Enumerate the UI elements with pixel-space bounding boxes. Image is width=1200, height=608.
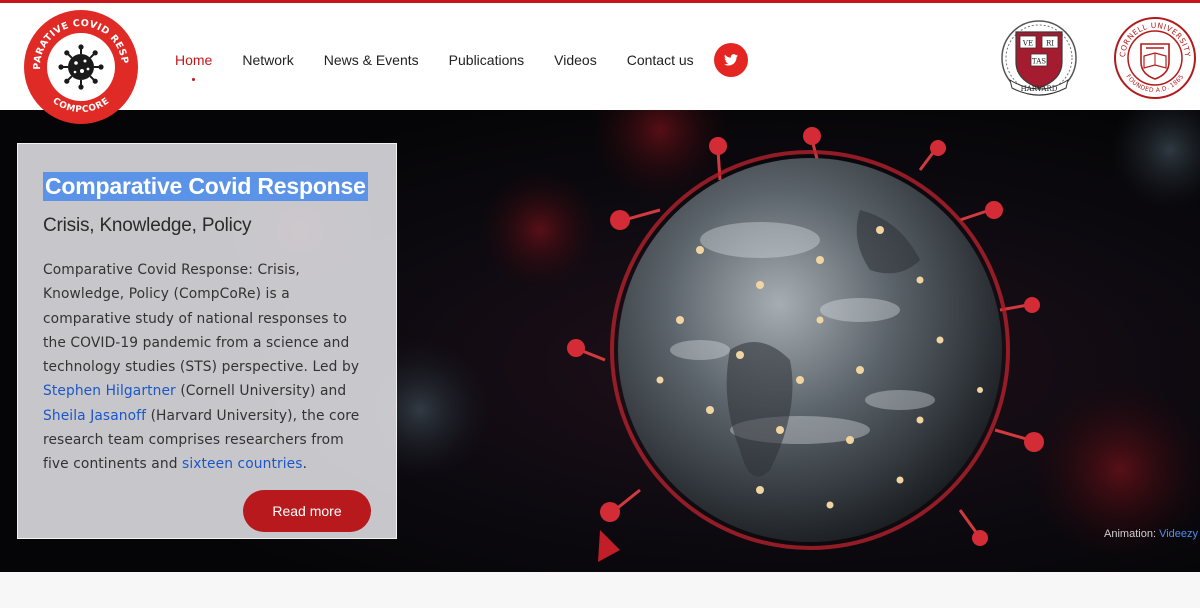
hero-description: Comparative Covid Response: Crisis, Know…: [43, 258, 371, 477]
hero-title: Comparative Covid Response: [43, 172, 368, 201]
hero-subtitle: Crisis, Knowledge, Policy: [43, 215, 252, 236]
stephen-hilgartner-link[interactable]: Stephen Hilgartner: [43, 383, 176, 399]
nav-news-events[interactable]: News & Events: [324, 52, 419, 68]
site-header: Home Network News & Events Publications …: [0, 3, 1200, 110]
harvard-seal[interactable]: VE RI TAS HARVARD: [1000, 18, 1078, 98]
harvard-banner: HARVARD: [1021, 85, 1058, 93]
animation-credit: Animation: Videezy: [1104, 528, 1198, 540]
virus-icon: [58, 44, 104, 90]
hero-body-text-2: (Cornell University) and: [175, 383, 347, 400]
harvard-motto-2: RI: [1046, 40, 1054, 48]
videezy-link[interactable]: Videezy: [1159, 528, 1198, 540]
main-nav: Home Network News & Events Publications …: [160, 43, 709, 81]
page-bottom-strip: [0, 572, 1200, 608]
sixteen-countries-link[interactable]: sixteen countries: [182, 456, 303, 472]
harvard-motto-3: TAS: [1032, 58, 1046, 66]
hero-banner: Comparative Covid Response Crisis, Knowl…: [0, 110, 1200, 572]
nav-network[interactable]: Network: [242, 52, 293, 68]
hero-body-text-1: Comparative Covid Response: Crisis, Know…: [43, 262, 360, 376]
read-more-button[interactable]: Read more: [243, 490, 371, 532]
twitter-icon: [724, 54, 738, 66]
nav-home[interactable]: Home: [175, 52, 212, 81]
sheila-jasanoff-link[interactable]: Sheila Jasanoff: [43, 408, 146, 424]
intro-card: Comparative Covid Response Crisis, Knowl…: [17, 143, 397, 539]
harvard-motto-1: VE: [1022, 40, 1033, 48]
compcore-logo[interactable]: COMPARATIVE COVID RESPONSE COMPCORE: [22, 8, 140, 126]
nav-videos[interactable]: Videos: [554, 52, 597, 68]
credit-label: Animation:: [1104, 528, 1160, 540]
twitter-button[interactable]: [714, 43, 748, 77]
hero-body-text-4: .: [302, 456, 308, 473]
nav-contact-us[interactable]: Contact us: [627, 52, 694, 68]
cornell-seal[interactable]: CORNELL UNIVERSITY FOUNDED A.D. 1865: [1113, 16, 1197, 100]
nav-publications[interactable]: Publications: [449, 52, 525, 68]
